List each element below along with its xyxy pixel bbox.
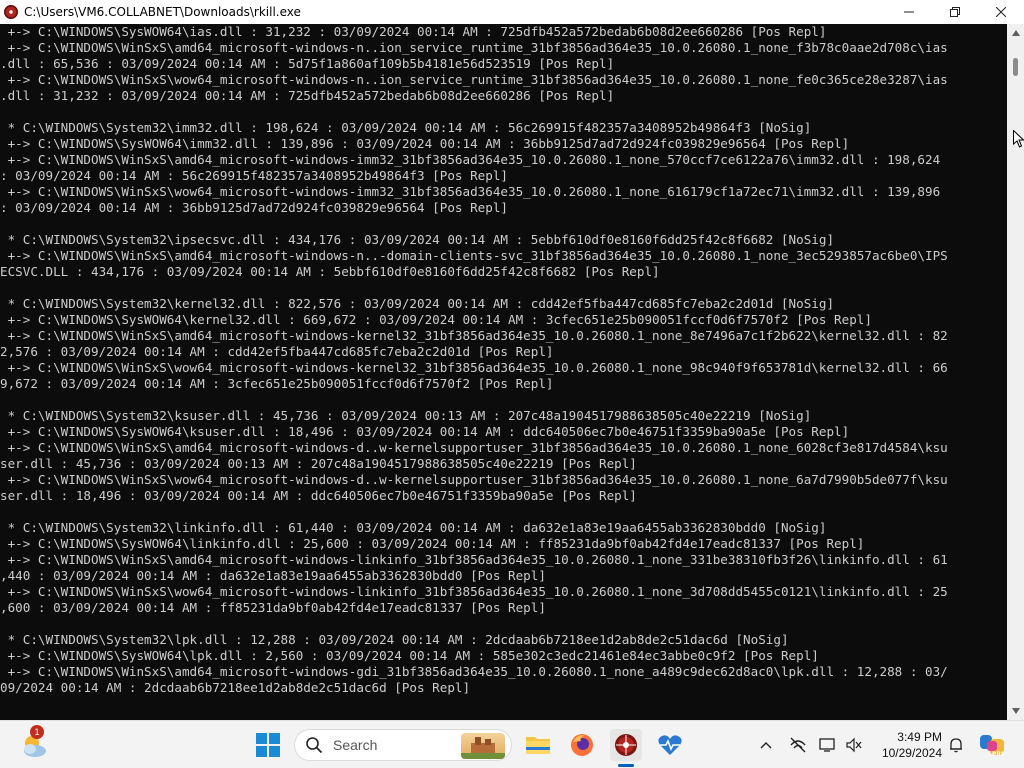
console-lines: +-> C:\WINDOWS\SysWOW64\ias.dll : 31,232… <box>0 24 1007 696</box>
search-icon <box>306 737 323 754</box>
restore-icon <box>950 7 960 17</box>
search-highlight-image <box>461 733 505 759</box>
firefox-taskbar-button[interactable] <box>566 729 598 761</box>
window-controls <box>886 0 1024 24</box>
console-line: : 03/09/2024 00:14 AM : 36bb9125d7ad72d9… <box>0 200 508 215</box>
close-icon <box>996 7 1006 17</box>
clock-date: 10/29/2024 <box>881 746 942 760</box>
clock-time: 3:49 PM <box>897 730 942 744</box>
console-line: +-> C:\WINDOWS\WinSxS\amd64_microsoft-wi… <box>0 664 948 679</box>
active-app-indicator <box>618 764 634 767</box>
castle-icon <box>461 737 505 759</box>
console-line: +-> C:\WINDOWS\SysWOW64\linkinfo.dll : 2… <box>0 536 865 551</box>
rkill-app-icon <box>4 5 18 19</box>
console-line: +-> C:\WINDOWS\WinSxS\amd64_microsoft-wi… <box>0 248 948 263</box>
console-line: +-> C:\WINDOWS\SysWOW64\kernel32.dll : 6… <box>0 312 872 327</box>
console-line: * C:\WINDOWS\System32\ipsecsvc.dll : 434… <box>0 232 835 247</box>
console-line: * C:\WINDOWS\System32\imm32.dll : 198,62… <box>0 120 812 135</box>
console-line: +-> C:\WINDOWS\SysWOW64\ksuser.dll : 18,… <box>0 424 850 439</box>
vertical-scrollbar[interactable] <box>1007 24 1024 720</box>
console-line: +-> C:\WINDOWS\WinSxS\wow64_microsoft-wi… <box>0 472 948 487</box>
console-output[interactable]: +-> C:\WINDOWS\SysWOW64\ias.dll : 31,232… <box>0 24 1007 720</box>
show-hidden-icons-button[interactable] <box>756 733 776 757</box>
scroll-thumb[interactable] <box>1013 58 1018 76</box>
chevron-up-icon <box>760 742 772 749</box>
notifications-button[interactable] <box>946 733 966 757</box>
console-line: +-> C:\WINDOWS\WinSxS\amd64_microsoft-wi… <box>0 40 948 55</box>
rkill-taskbar-button[interactable] <box>610 729 642 761</box>
console-line: : 03/09/2024 00:14 AM : 56c269915f482357… <box>0 168 508 183</box>
network-icon <box>819 738 835 752</box>
no-network-icon <box>790 737 806 753</box>
heart-pulse-icon <box>658 735 682 755</box>
console-line: +-> C:\WINDOWS\WinSxS\amd64_microsoft-wi… <box>0 552 948 567</box>
console-line: * C:\WINDOWS\System32\lpk.dll : 12,288 :… <box>0 632 789 647</box>
close-button[interactable] <box>978 0 1024 24</box>
mouse-pointer-icon <box>1013 130 1024 148</box>
rkill-icon <box>615 734 637 756</box>
scroll-up-arrow[interactable] <box>1007 26 1024 40</box>
bell-icon <box>950 738 962 753</box>
console-line: +-> C:\WINDOWS\SysWOW64\lpk.dll : 2,560 … <box>0 648 819 663</box>
console-line: * C:\WINDOWS\System32\ksuser.dll : 45,73… <box>0 408 812 423</box>
taskbar-search-box[interactable]: Search <box>294 729 512 761</box>
title-bar[interactable]: C:\Users\VM6.COLLABNET\Downloads\rkill.e… <box>0 0 1024 24</box>
console-line: 2,576 : 03/09/2024 00:14 AM : cdd42ef5fb… <box>0 344 554 359</box>
console-line: .dll : 31,232 : 03/09/2024 00:14 AM : 72… <box>0 88 615 103</box>
console-line: +-> C:\WINDOWS\WinSxS\amd64_microsoft-wi… <box>0 152 941 167</box>
console-line: +-> C:\WINDOWS\WinSxS\wow64_microsoft-wi… <box>0 584 948 599</box>
svg-text:PRE: PRE <box>992 751 1005 758</box>
console-line: ,440 : 03/09/2024 00:14 AM : da632e1a83e… <box>0 568 546 583</box>
console-line: ser.dll : 18,496 : 03/09/2024 00:14 AM :… <box>0 488 637 503</box>
scroll-down-arrow[interactable] <box>1007 704 1024 718</box>
console-line: +-> C:\WINDOWS\WinSxS\amd64_microsoft-wi… <box>0 328 948 343</box>
console-line: +-> C:\WINDOWS\WinSxS\wow64_microsoft-wi… <box>0 360 948 375</box>
console-line: 9,672 : 03/09/2024 00:14 AM : 3cfec651e2… <box>0 376 554 391</box>
console-line: .dll : 65,536 : 03/09/2024 00:14 AM : 5d… <box>0 56 615 71</box>
speaker-muted-icon <box>846 737 862 753</box>
start-windows-icon[interactable] <box>256 733 280 757</box>
console-line: 09/2024 00:14 AM : 2dcdaab6b7218ee1d2ab8… <box>0 680 471 695</box>
triangle-down-icon <box>1011 708 1020 714</box>
firefox-icon <box>571 734 593 756</box>
minimize-icon <box>904 11 914 13</box>
network-status-button[interactable] <box>818 733 838 757</box>
console-line: +-> C:\WINDOWS\WinSxS\amd64_microsoft-wi… <box>0 440 948 455</box>
window-title: C:\Users\VM6.COLLABNET\Downloads\rkill.e… <box>24 5 301 19</box>
file-explorer-taskbar-button[interactable] <box>522 729 554 761</box>
console-line: +-> C:\WINDOWS\WinSxS\wow64_microsoft-wi… <box>0 184 941 199</box>
console-line: * C:\WINDOWS\System32\kernel32.dll : 822… <box>0 296 835 311</box>
minimize-button[interactable] <box>886 0 932 24</box>
search-placeholder: Search <box>333 737 378 753</box>
console-line: +-> C:\WINDOWS\WinSxS\wow64_microsoft-wi… <box>0 72 948 87</box>
notification-badge: 1 <box>30 725 44 739</box>
maximize-button[interactable] <box>932 0 978 24</box>
taskbar: 1 Search 3:49 PM 10/29/2024 PRE <box>0 720 1024 768</box>
console-line: ECSVC.DLL : 434,176 : 03/09/2024 00:14 A… <box>0 264 660 279</box>
tray-app-button[interactable] <box>788 733 808 757</box>
triangle-up-icon <box>1011 30 1020 36</box>
health-monitor-taskbar-button[interactable] <box>654 729 686 761</box>
console-line: +-> C:\WINDOWS\SysWOW64\ias.dll : 31,232… <box>0 24 827 39</box>
console-line: +-> C:\WINDOWS\SysWOW64\imm32.dll : 139,… <box>0 136 850 151</box>
console-line: * C:\WINDOWS\System32\linkinfo.dll : 61,… <box>0 520 827 535</box>
console-line: ,600 : 03/09/2024 00:14 AM : ff85231da9b… <box>0 600 546 615</box>
volume-button[interactable] <box>844 733 864 757</box>
folder-icon <box>526 737 550 754</box>
copilot-icon[interactable]: PRE <box>978 731 1006 759</box>
console-line: ser.dll : 45,736 : 03/09/2024 00:13 AM :… <box>0 456 637 471</box>
system-clock[interactable]: 3:49 PM 10/29/2024 <box>872 729 942 761</box>
